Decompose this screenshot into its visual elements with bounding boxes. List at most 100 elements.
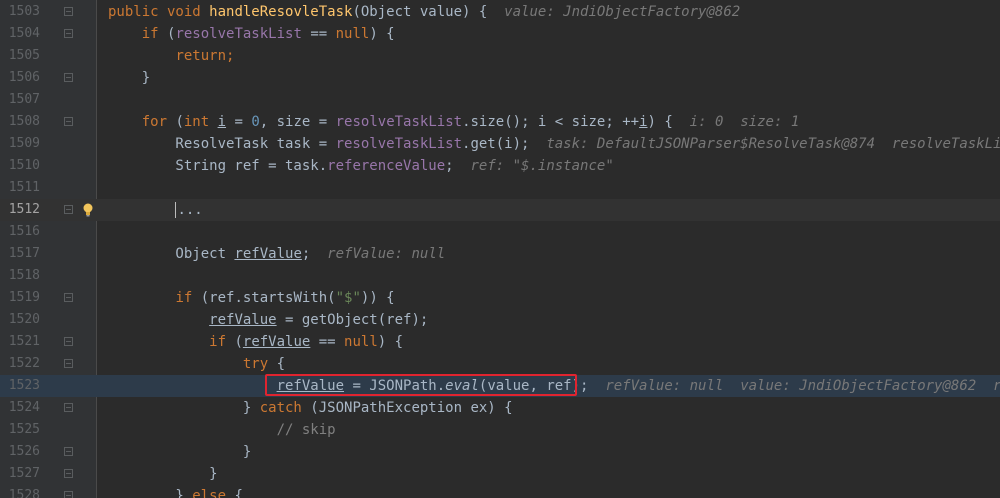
code-line[interactable]: 1507	[0, 89, 1000, 111]
code-token: if	[209, 334, 235, 350]
code-text: } else {	[108, 485, 243, 498]
fold-marker-icon[interactable]	[64, 7, 73, 16]
fold-marker-icon[interactable]	[64, 447, 73, 456]
code-line[interactable]: 1512 ...	[0, 199, 1000, 221]
code-line[interactable]: 1511	[0, 177, 1000, 199]
fold-marker-icon[interactable]	[64, 73, 73, 82]
line-number: 1503	[8, 4, 40, 19]
code-token: ) {	[369, 26, 395, 42]
code-token: resolveTaskList	[335, 114, 463, 130]
line-number: 1526	[8, 444, 40, 459]
line-number: 1524	[8, 400, 40, 415]
line-number: 1528	[8, 488, 40, 498]
code-line[interactable]: 1527 }	[0, 463, 1000, 485]
line-number: 1510	[8, 158, 40, 173]
code-token: else	[192, 488, 235, 498]
code-line[interactable]: 1528 } else {	[0, 485, 1000, 498]
fold-marker-icon[interactable]	[64, 205, 73, 214]
lightbulb-icon[interactable]	[82, 202, 94, 218]
code-token: refValue	[209, 312, 277, 328]
code-token: resolveTaskList	[175, 26, 302, 42]
code-line[interactable]: 1526 }	[0, 441, 1000, 463]
code-token: (ref.startsWith(	[200, 290, 336, 306]
code-token: {	[276, 356, 286, 372]
inline-debug-value: refValue: null value: JndiObjectFactory@…	[605, 378, 1000, 394]
fold-marker-icon[interactable]	[64, 293, 73, 302]
code-token: (	[234, 334, 243, 350]
code-token: ;	[301, 246, 328, 262]
code-token: =	[226, 114, 252, 130]
code-line[interactable]: 1521 if (refValue == null) {	[0, 331, 1000, 353]
code-token: null	[344, 334, 378, 350]
fold-marker-icon[interactable]	[64, 359, 73, 368]
code-line[interactable]: 1503 public void handleResovleTask(Object…	[0, 1, 1000, 23]
code-token: if	[141, 26, 168, 42]
code-token: ;	[445, 158, 471, 174]
line-number: 1519	[8, 290, 40, 305]
fold-marker-icon[interactable]	[64, 29, 73, 38]
code-line[interactable]: 1524 } catch (JSONPathException ex) {	[0, 397, 1000, 419]
line-number: 1506	[8, 70, 40, 85]
code-text: ...	[108, 199, 203, 221]
code-line[interactable]: 1516	[0, 221, 1000, 243]
code-line[interactable]: 1508 for (int i = 0, size = resolveTaskL…	[0, 111, 1000, 133]
code-line[interactable]: 1505 return;	[0, 45, 1000, 67]
code-token: ==	[301, 26, 336, 42]
code-token: handleResovleTask	[209, 4, 353, 20]
line-number: 1520	[8, 312, 40, 327]
line-number: 1527	[8, 466, 40, 481]
code-token: null	[335, 26, 370, 42]
line-number: 1521	[8, 334, 40, 349]
code-token: ...	[177, 202, 203, 218]
code-token: 0	[251, 114, 260, 130]
code-token: }	[108, 444, 252, 460]
code-token: }	[108, 70, 151, 86]
code-text: return;	[108, 45, 234, 67]
highlight-annotation-box	[265, 374, 577, 396]
code-token: ResolveTask task =	[108, 136, 336, 152]
code-token: .size(); i < size; ++	[462, 114, 640, 130]
code-line[interactable]: 1525 // skip	[0, 419, 1000, 441]
line-number: 1522	[8, 356, 40, 371]
fold-marker-icon[interactable]	[64, 117, 73, 126]
code-text: Object refValue; refValue: null	[108, 243, 445, 265]
code-token: Object	[108, 246, 235, 262]
code-line[interactable]: 1509 ResolveTask task = resolveTaskList.…	[0, 133, 1000, 155]
inline-debug-value: i: 0 size: 1	[689, 114, 800, 130]
code-token: {	[234, 488, 243, 498]
code-line[interactable]: 1519 if (ref.startsWith("$")) {	[0, 287, 1000, 309]
code-token: if	[175, 290, 201, 306]
code-text: refValue = getObject(ref);	[108, 309, 428, 331]
code-text: }	[108, 67, 150, 89]
code-line[interactable]: 1522 try {	[0, 353, 1000, 375]
fold-marker-icon[interactable]	[64, 469, 73, 478]
code-token: // skip	[276, 422, 336, 438]
code-line[interactable]: 1520 refValue = getObject(ref);	[0, 309, 1000, 331]
code-text: if (ref.startsWith("$")) {	[108, 287, 394, 309]
code-line[interactable]: 1518	[0, 265, 1000, 287]
code-line[interactable]: 1504 if (resolveTaskList == null) {	[0, 23, 1000, 45]
code-token: ) {	[647, 114, 690, 130]
code-token: String ref = task.	[108, 158, 328, 174]
code-line[interactable]: 1517 Object refValue; refValue: null	[0, 243, 1000, 265]
code-text: public void handleResovleTask(Object val…	[108, 1, 740, 23]
fold-marker-icon[interactable]	[64, 491, 73, 498]
line-number: 1523	[8, 378, 40, 393]
line-number: 1508	[8, 114, 40, 129]
fold-marker-icon[interactable]	[64, 403, 73, 412]
code-token: "$"	[335, 290, 361, 306]
code-editor[interactable]: 1503 public void handleResovleTask(Object…	[0, 0, 1000, 498]
code-token: }	[108, 488, 193, 498]
code-line[interactable]: 1506 }	[0, 67, 1000, 89]
code-line[interactable]: 1510 String ref = task.referenceValue; r…	[0, 155, 1000, 177]
fold-marker-icon[interactable]	[64, 337, 73, 346]
code-token: return;	[175, 48, 235, 64]
code-text: if (refValue == null) {	[108, 331, 403, 353]
